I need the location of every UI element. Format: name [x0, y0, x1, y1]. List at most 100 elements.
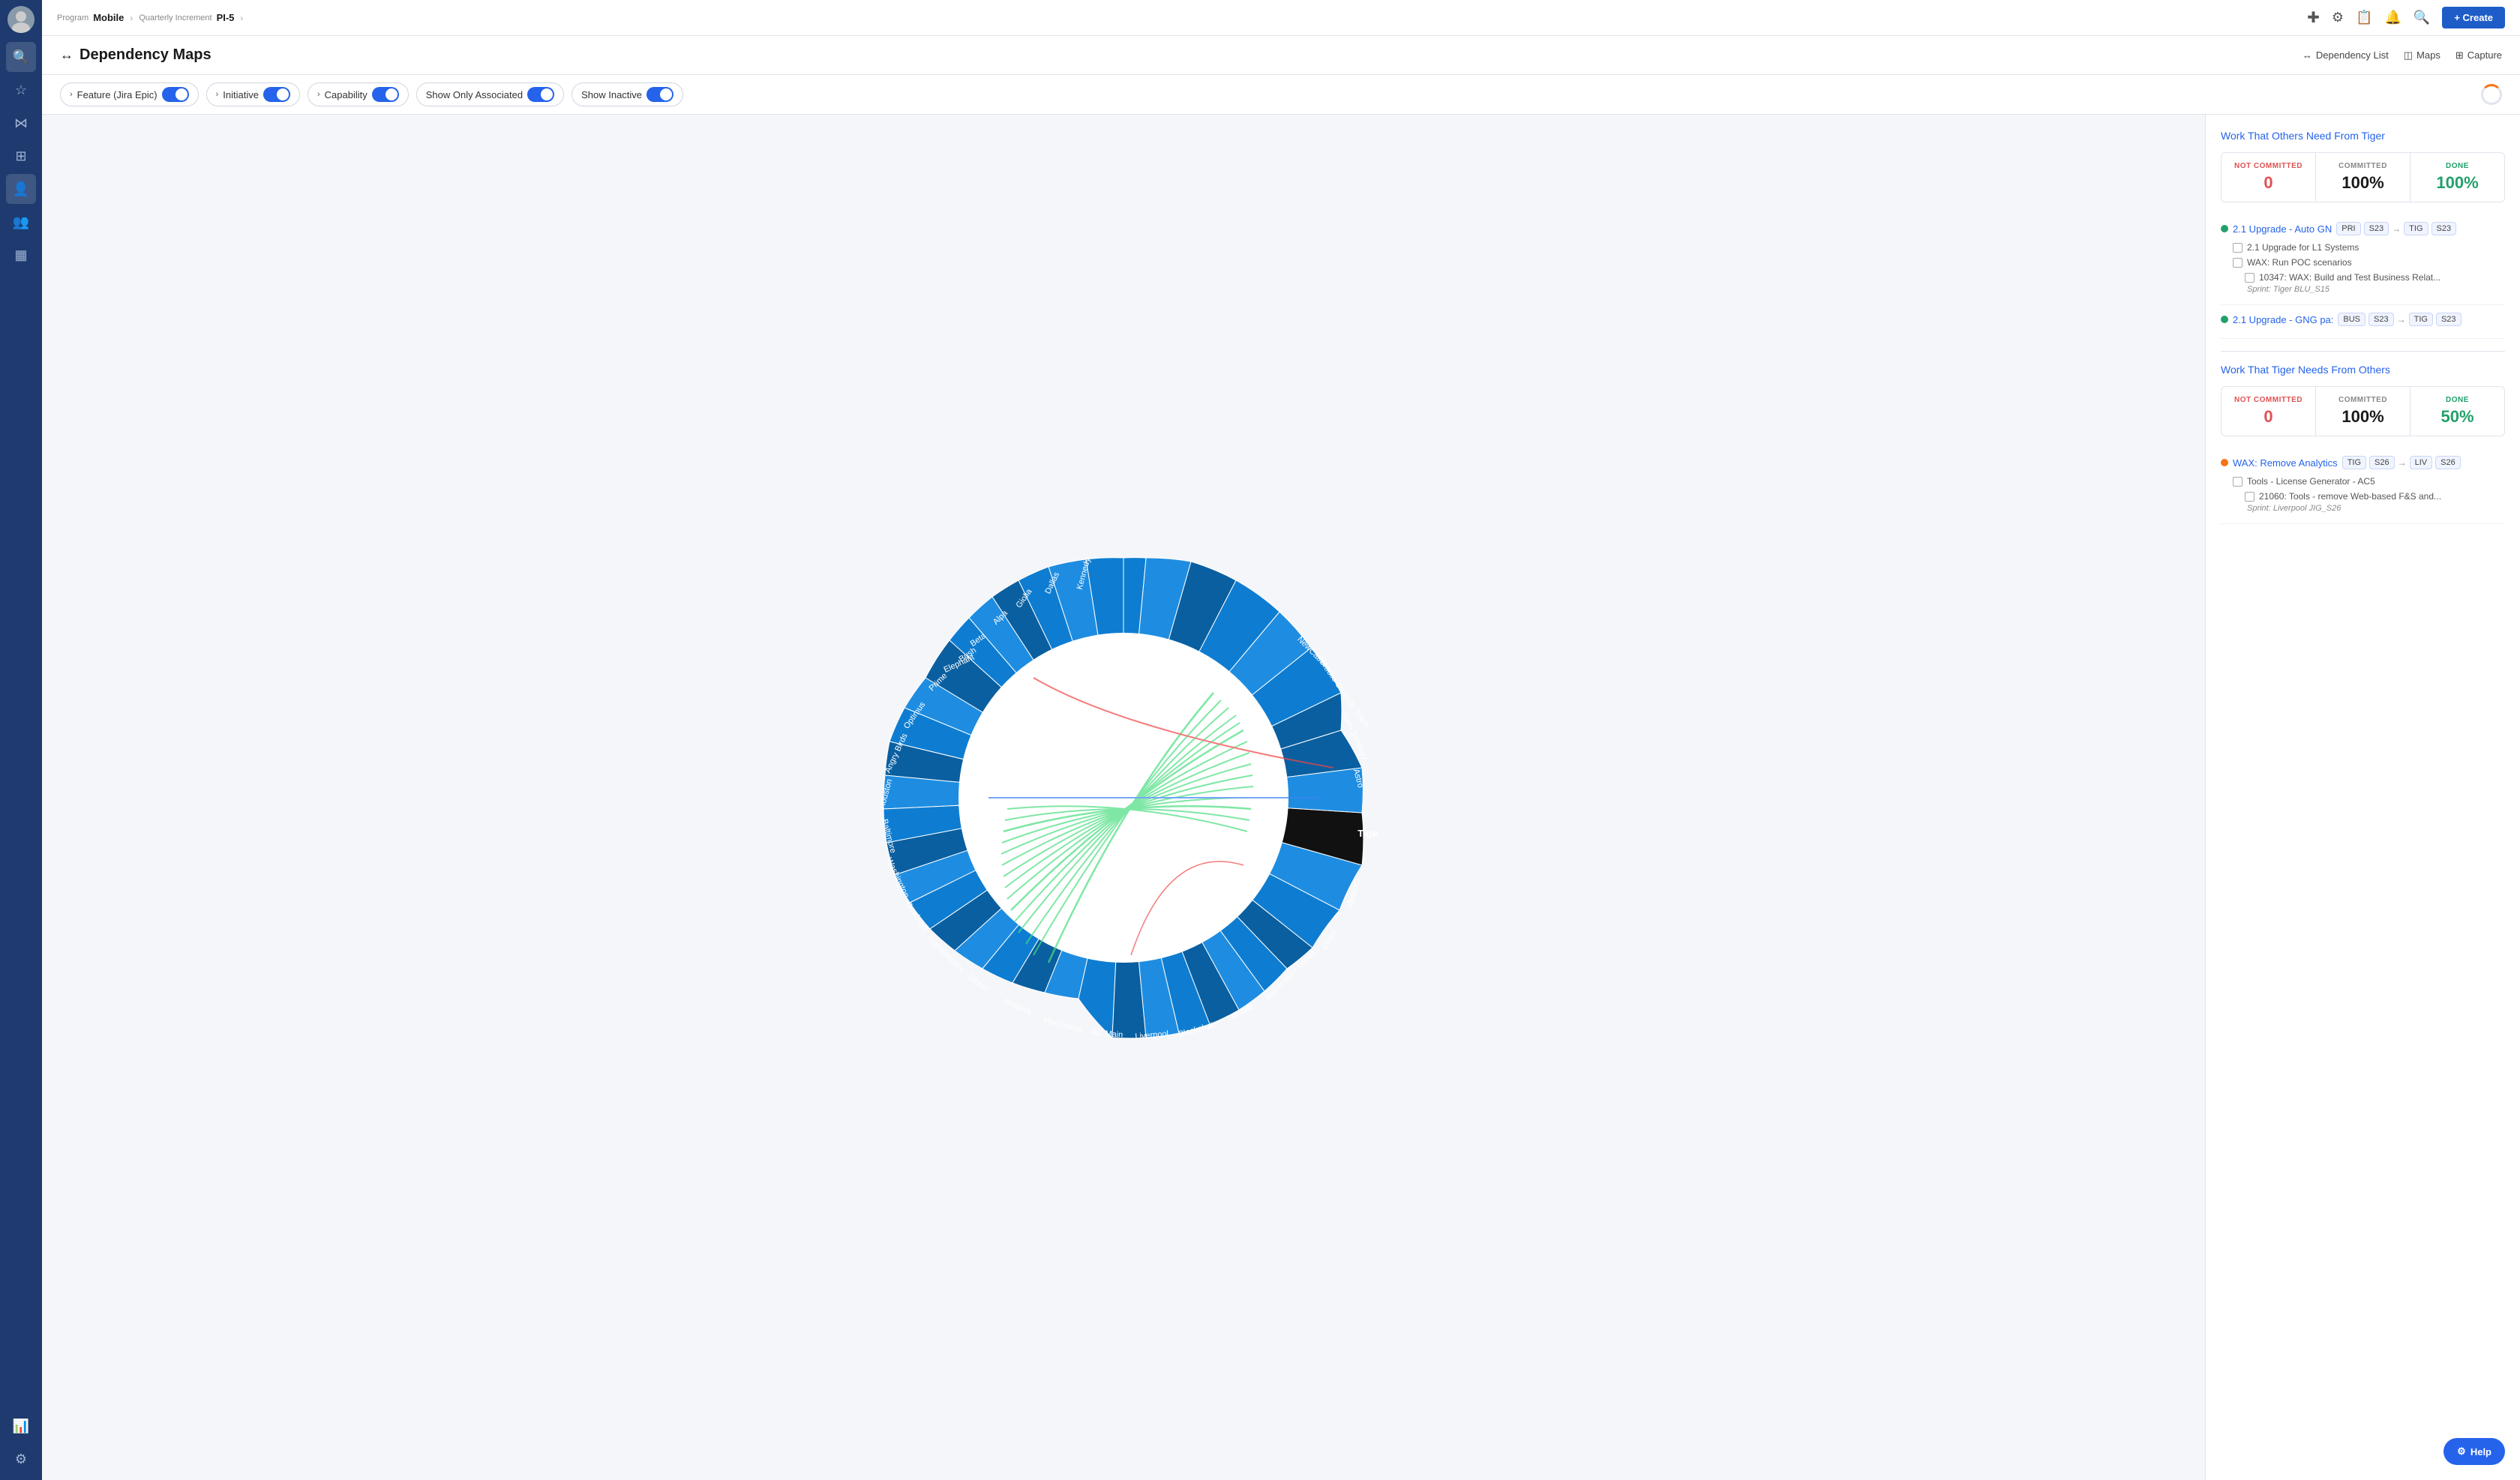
dep-link-1[interactable]: 2.1 Upgrade - Auto GN — [2233, 223, 2332, 235]
dep-sub-item-1b: WAX: Run POC scenarios — [2221, 255, 2505, 270]
section2-title-text2: Needs From Others — [2298, 364, 2390, 376]
sidebar-icon-graph[interactable]: ⋈ — [6, 108, 36, 138]
maps-icon: ◫ — [2404, 49, 2413, 61]
sidebar-icon-hierarchy[interactable]: ⊞ — [6, 141, 36, 171]
dep-tag-bus: BUS — [2338, 313, 2366, 326]
qi-section: Quarterly Increment PI-5 — [139, 12, 234, 23]
dep-tags-1: PRI S23 → TIG S23 — [2336, 222, 2456, 235]
section1-title-text: Work That Others Need From — [2221, 130, 2362, 142]
toggle-capability[interactable] — [372, 87, 399, 102]
dep-title-2: 2.1 Upgrade - GNG pa: BUS S23 → TIG S23 — [2221, 313, 2505, 326]
dep-tag-s26-1: S26 — [2369, 456, 2395, 469]
stat-label-c-1: COMMITTED — [2322, 162, 2404, 170]
section2-title-text1: Work That — [2221, 364, 2272, 376]
sidebar-icon-search[interactable]: 🔍 — [6, 42, 36, 72]
dep-link-2[interactable]: 2.1 Upgrade - GNG pa: — [2233, 314, 2333, 325]
add-icon[interactable]: ✚ — [2307, 8, 2320, 27]
dep-tag-liv: LIV — [2410, 456, 2433, 469]
filter-show-only-associated-label: Show Only Associated — [426, 89, 523, 100]
dep-tag-s23-1: S23 — [2364, 222, 2390, 235]
stat-not-committed-2: NOT COMMITTED 0 — [2222, 387, 2316, 436]
capture-link[interactable]: ⊞ Capture — [2456, 49, 2502, 61]
sidebar-icon-team[interactable]: 👥 — [6, 207, 36, 237]
checkbox-1b[interactable] — [2233, 258, 2242, 268]
toggle-show-only-associated[interactable] — [527, 87, 554, 102]
checkbox-1a[interactable] — [2233, 243, 2242, 253]
dep-sub-item-1a: 2.1 Upgrade for L1 Systems — [2221, 240, 2505, 255]
checkbox-3a[interactable] — [2233, 477, 2242, 487]
filter-show-inactive[interactable]: Show Inactive — [572, 82, 683, 106]
checkbox-3b[interactable] — [2245, 492, 2254, 502]
bell-icon[interactable]: 🔔 — [2384, 10, 2401, 25]
stat-value-c-1: 100% — [2322, 173, 2404, 193]
dep-sub-text-1c: 10347: WAX: Build and Test Business Rela… — [2259, 272, 2440, 283]
panel-divider — [2221, 351, 2505, 352]
chord-diagram[interactable]: Kennedy Dallas Giolia Alpa Beta Elephant… — [868, 543, 1378, 1053]
stat-done-2: DONE 50% — [2410, 387, 2504, 436]
header-actions: ↔ Dependency List ◫ Maps ⊞ Capture — [2302, 49, 2502, 72]
stat-label-c-2: COMMITTED — [2322, 396, 2404, 404]
sidebar-icon-chart[interactable]: 📊 — [6, 1411, 36, 1441]
dep-tag-s23-2: S23 — [2432, 222, 2457, 235]
label-tiger[interactable]: Tiger — [1358, 828, 1378, 839]
label-niners: Niners — [966, 972, 991, 993]
clipboard-icon[interactable]: 📋 — [2356, 10, 2372, 25]
topnav: Program Mobile › Quarterly Increment PI-… — [42, 0, 2520, 36]
program-label: Program — [57, 13, 88, 22]
filter-show-only-associated[interactable]: Show Only Associated — [416, 82, 564, 106]
sidebar-icon-person[interactable]: 👤 — [6, 174, 36, 204]
filter-feature[interactable]: › Feature (Jira Epic) — [60, 82, 199, 106]
sidebar-icon-settings[interactable]: ⚙ — [6, 1444, 36, 1474]
section2-highlight[interactable]: Tiger — [2272, 364, 2295, 376]
content-area: Kennedy Dallas Giolia Alpa Beta Elephant… — [42, 115, 2520, 1480]
stat-label-nc-2: NOT COMMITTED — [2228, 396, 2309, 404]
chevron-feature-icon: › — [70, 90, 73, 99]
dependency-maps-icon: ↔ — [60, 47, 74, 63]
filter-capability[interactable]: › Capability — [308, 82, 409, 106]
dep-status-dot-3 — [2221, 459, 2228, 466]
settings-icon[interactable]: ⚙ — [2332, 10, 2344, 25]
dep-arrow-1: → — [2392, 223, 2401, 234]
sidebar-icon-board[interactable]: ▦ — [6, 240, 36, 270]
dep-sprint-3: Sprint: Liverpool JIG_S26 — [2221, 504, 2505, 513]
sidebar-bottom: 📊 ⚙ — [6, 1411, 36, 1474]
loading-spinner — [2481, 84, 2502, 105]
stat-not-committed-1: NOT COMMITTED 0 — [2222, 153, 2316, 202]
chart-area: Kennedy Dallas Giolia Alpa Beta Elephant… — [42, 115, 2205, 1480]
maps-link[interactable]: ◫ Maps — [2404, 49, 2440, 61]
dep-title-3: WAX: Remove Analytics TIG S26 → LIV S26 — [2221, 456, 2505, 469]
dep-status-dot-2 — [2221, 316, 2228, 323]
dep-item-2: 2.1 Upgrade - GNG pa: BUS S23 → TIG S23 — [2221, 305, 2505, 339]
toggle-show-inactive[interactable] — [646, 87, 674, 102]
program-value[interactable]: Mobile — [93, 12, 124, 23]
stat-value-nc-1: 0 — [2228, 173, 2309, 193]
dependency-list-link[interactable]: ↔ Dependency List — [2302, 49, 2389, 61]
section1-stats: NOT COMMITTED 0 COMMITTED 100% DONE 100% — [2221, 152, 2505, 202]
stat-committed-1: COMMITTED 100% — [2316, 153, 2410, 202]
dep-arrow-2: → — [2397, 314, 2406, 325]
filter-initiative[interactable]: › Initiative — [206, 82, 300, 106]
create-button[interactable]: + Create — [2442, 7, 2505, 28]
toolbar: › Feature (Jira Epic) › Initiative › Cap… — [42, 75, 2520, 115]
dep-link-3[interactable]: WAX: Remove Analytics — [2233, 457, 2338, 469]
right-panel: Work That Others Need From Tiger NOT COM… — [2205, 115, 2520, 1480]
qi-value[interactable]: PI-5 — [217, 12, 235, 23]
section1-highlight[interactable]: Tiger — [2362, 130, 2385, 142]
dependency-list-icon: ↔ — [2302, 49, 2312, 61]
dep-tag-s23-3: S23 — [2368, 313, 2394, 326]
toggle-feature[interactable] — [162, 87, 189, 102]
stat-value-nc-2: 0 — [2228, 407, 2309, 427]
spinner-container — [2481, 84, 2502, 105]
avatar[interactable] — [8, 6, 34, 33]
dependency-list-label: Dependency List — [2316, 49, 2389, 61]
search-icon[interactable]: 🔍 — [2414, 10, 2430, 25]
dep-sub-text-3b: 21060: Tools - remove Web-based F&S and.… — [2259, 491, 2441, 502]
dep-tags-3: TIG S26 → LIV S26 — [2342, 456, 2461, 469]
dep-status-dot-1 — [2221, 225, 2228, 232]
help-button[interactable]: ⚙ Help — [2444, 1438, 2505, 1465]
toggle-initiative[interactable] — [263, 87, 290, 102]
dep-sub-item-3a: Tools - License Generator - AC5 — [2221, 474, 2505, 489]
checkbox-1c[interactable] — [2245, 273, 2254, 283]
label-liverpool: Liverpool — [1135, 1029, 1169, 1041]
sidebar-icon-star[interactable]: ☆ — [6, 75, 36, 105]
